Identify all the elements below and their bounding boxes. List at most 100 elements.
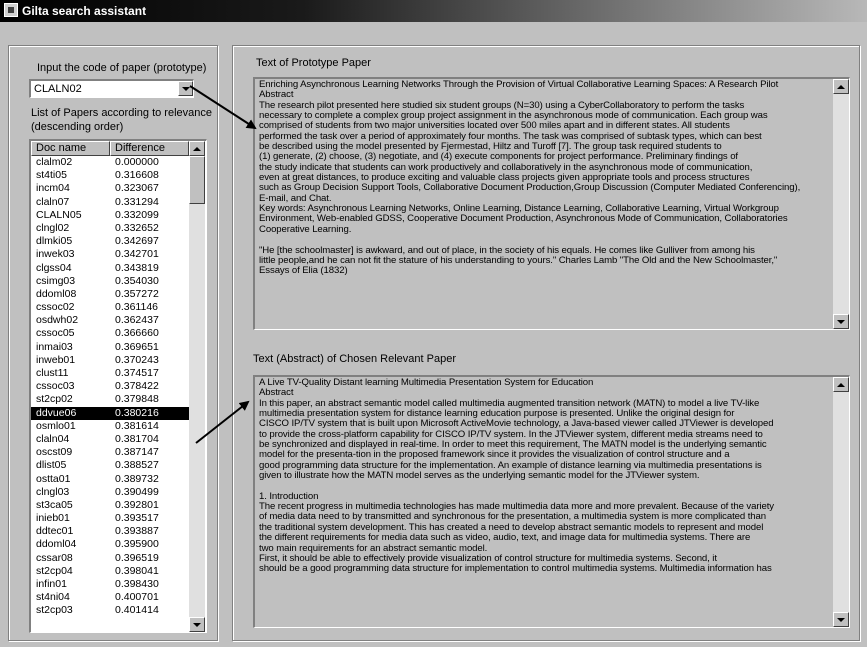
list-row[interactable]: ddoml08 0.357272 [31,288,189,301]
list-row[interactable]: st4ti05 0.316608 [31,169,189,182]
doc-name-cell: dlist05 [36,459,67,472]
list-row[interactable]: inwek03 0.342701 [31,248,189,261]
doc-name-cell: clalm02 [36,156,73,168]
list-row[interactable]: st2cp03 0.401414 [31,604,189,617]
difference-cell: 0.389732 [115,472,159,485]
list-row[interactable]: clngl03 0.390499 [31,486,189,499]
list-row[interactable]: cssoc05 0.366660 [31,327,189,340]
difference-cell: 0.370243 [115,353,159,366]
scroll-thumb[interactable] [189,156,205,204]
doc-name-cell: dlmki05 [36,235,73,248]
difference-cell: 0.316608 [115,169,159,182]
list-scrollbar[interactable] [189,141,205,632]
column-header-docname[interactable]: Doc name [31,141,110,156]
difference-cell: 0.380216 [115,406,159,419]
app-icon[interactable] [4,3,18,17]
list-row[interactable]: ddtec01 0.393887 [31,525,189,538]
difference-cell: 0.342701 [115,248,159,261]
paper-code-combobox[interactable]: CLALN02 [29,79,194,98]
doc-name-cell: st4ni04 [36,591,70,604]
papers-list[interactable]: Doc name Difference clalm02 0.000000 st4ti… [29,139,207,633]
prototype-scroll-down[interactable] [833,314,849,329]
difference-cell: 0.395900 [115,538,159,551]
difference-cell: 0.392801 [115,498,159,511]
arrow-down-icon [837,320,845,324]
window-title: Gilta search assistant [22,4,147,18]
list-row[interactable]: st3ca05 0.392801 [31,499,189,512]
arrow-down-icon [837,618,845,622]
list-row[interactable]: oscst09 0.387147 [31,446,189,459]
difference-cell: 0.396519 [115,551,159,564]
list-row[interactable]: dlmki05 0.342697 [31,235,189,248]
doc-name-cell: ddvue06 [36,406,77,419]
difference-cell: 0.393517 [115,512,159,525]
chosen-scroll-up[interactable] [833,377,849,392]
title-bar: Gilta search assistant [0,0,867,22]
difference-cell: 0.387147 [115,446,159,459]
list-row[interactable]: ostta01 0.389732 [31,473,189,486]
doc-name-cell: st2cp03 [36,604,73,617]
list-label-line1: List of Papers according to relevance [31,107,212,119]
chosen-scroll-down[interactable] [833,612,849,627]
doc-name-cell: st3ca05 [36,498,73,511]
list-row[interactable]: incm04 0.323067 [31,182,189,195]
prototype-scroll-up[interactable] [833,79,849,94]
list-row[interactable]: inieb01 0.393517 [31,512,189,525]
doc-name-cell: st2cp04 [36,564,73,577]
list-row[interactable]: clngl02 0.332652 [31,222,189,235]
doc-name-cell: csimg03 [36,274,76,287]
list-row[interactable]: ddoml04 0.395900 [31,538,189,551]
list-row[interactable]: osmlo01 0.381614 [31,420,189,433]
arrow-up-icon [837,85,845,89]
difference-cell: 0.388527 [115,459,159,472]
list-label-line2: (descending order) [31,121,124,133]
list-row[interactable]: cssoc03 0.378422 [31,380,189,393]
list-row[interactable]: clgss04 0.343819 [31,262,189,275]
arrow-up-icon [193,147,201,151]
list-row[interactable]: clust11 0.374517 [31,367,189,380]
doc-name-cell: incm04 [36,182,70,195]
difference-cell: 0.331294 [115,195,159,208]
scroll-down-button[interactable] [189,617,205,632]
prototype-text-area[interactable]: Enriching Asynchronous Learning Networks… [253,77,850,330]
list-row[interactable]: st2cp02 0.379848 [31,393,189,406]
list-row[interactable]: claln07 0.331294 [31,196,189,209]
doc-name-cell: ostta01 [36,472,71,485]
doc-name-cell: inwek03 [36,248,75,261]
column-header-difference[interactable]: Difference [110,141,189,156]
list-row[interactable]: dlist05 0.388527 [31,459,189,472]
chosen-text-area[interactable]: A Live TV-Quality Distant learning Multi… [253,375,850,628]
list-row[interactable]: cssoc02 0.361146 [31,301,189,314]
doc-name-cell: clust11 [36,367,69,379]
doc-name-cell: ddoml08 [36,287,77,300]
list-row[interactable]: clalm02 0.000000 [31,156,189,169]
list-row[interactable]: infin01 0.398430 [31,578,189,591]
arrow-down-icon [193,623,201,627]
arrow-up-icon [837,383,845,387]
difference-cell: 0.379848 [115,393,159,406]
combo-dropdown-button[interactable] [178,81,193,96]
doc-name-cell: oscst09 [36,446,73,459]
list-row[interactable]: inmai03 0.369651 [31,341,189,354]
doc-name-cell: cssoc05 [36,327,75,340]
list-row[interactable]: claln04 0.381704 [31,433,189,446]
difference-cell: 0.400701 [115,591,159,604]
difference-cell: 0.342697 [115,235,159,248]
prototype-scrollbar[interactable] [833,79,849,329]
doc-name-cell: inmai03 [36,340,73,353]
scroll-up-button[interactable] [189,141,205,156]
list-row[interactable]: st4ni04 0.400701 [31,591,189,604]
code-label: Input the code of paper (prototype) [37,62,207,74]
list-row[interactable]: csimg03 0.354030 [31,275,189,288]
chosen-scrollbar[interactable] [833,377,849,627]
list-row[interactable]: ddvue06 0.380216 [31,406,189,420]
difference-cell: 0.398430 [115,578,159,590]
list-row[interactable]: CLALN05 0.332099 [31,209,189,222]
list-row[interactable]: st2cp04 0.398041 [31,565,189,578]
list-row[interactable]: osdwh02 0.362437 [31,314,189,327]
difference-cell: 0.362437 [115,314,159,327]
difference-cell: 0.381704 [115,432,159,445]
list-row[interactable]: inweb01 0.370243 [31,354,189,367]
difference-cell: 0.332652 [115,221,159,234]
list-row[interactable]: cssar08 0.396519 [31,552,189,565]
